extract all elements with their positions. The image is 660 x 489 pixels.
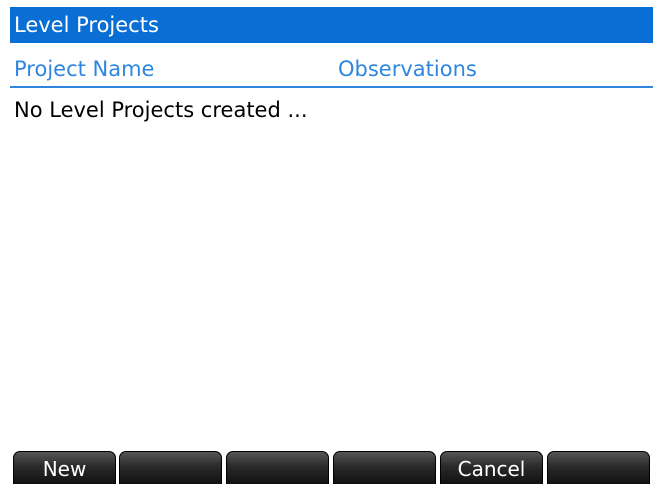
empty-list-message: No Level Projects created ... [14,98,308,122]
softkey-bar: New Cancel [10,448,653,485]
softkey-3[interactable] [226,451,329,484]
page-title: Level Projects [10,7,653,43]
level-projects-screen: Level Projects Project Name Observations… [10,7,653,485]
softkey-2[interactable] [119,451,222,484]
list-header: Project Name Observations [10,48,653,88]
column-header-observations[interactable]: Observations [338,57,477,81]
softkey-6[interactable] [547,451,650,484]
new-button[interactable]: New [13,451,116,484]
cancel-button[interactable]: Cancel [440,451,543,484]
softkey-4[interactable] [333,451,436,484]
column-header-project-name[interactable]: Project Name [14,57,154,81]
